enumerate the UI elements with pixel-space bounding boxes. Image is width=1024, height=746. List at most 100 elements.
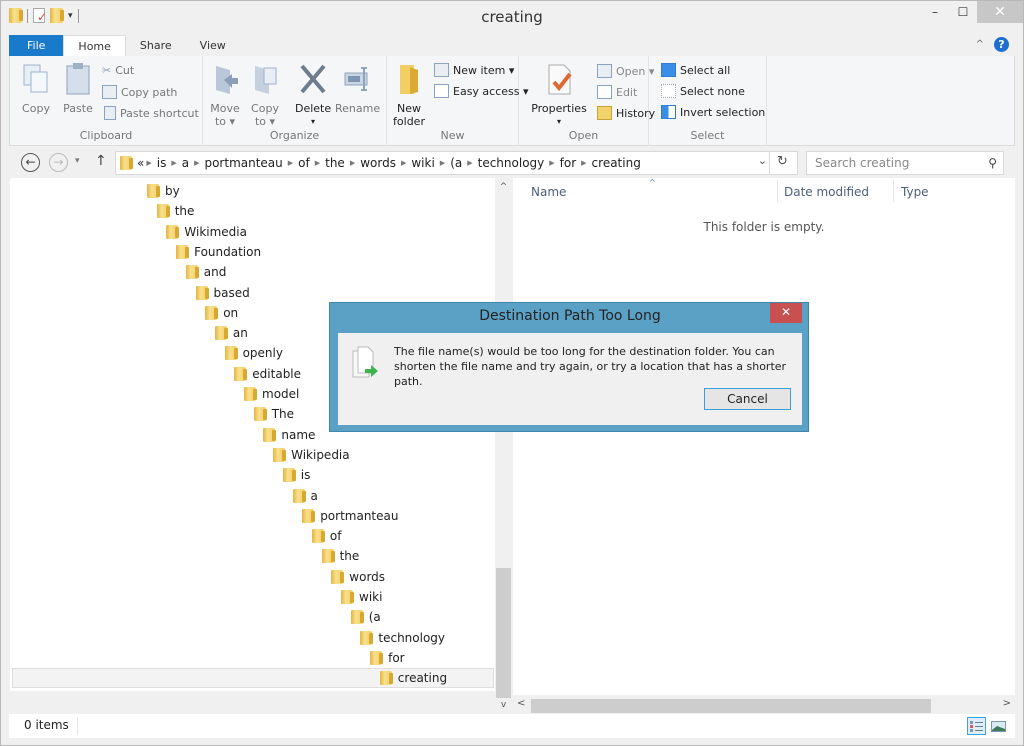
- scrollbar-thumb[interactable]: [531, 699, 931, 713]
- paste-shortcut-button[interactable]: Paste shortcut: [104, 106, 199, 120]
- tree-item[interactable]: words: [331, 567, 385, 587]
- folder-icon: [224, 346, 238, 361]
- dialog-close-button[interactable]: ✕: [770, 303, 802, 323]
- sort-ascending-indicator: ^: [649, 178, 656, 187]
- window-controls: – ☐ ✕: [921, 1, 1023, 23]
- properties-button[interactable]: Properties ▾: [531, 62, 587, 128]
- edit-button[interactable]: Edit: [597, 85, 637, 99]
- scrollbar-thumb[interactable]: [496, 568, 511, 698]
- window-title: creating: [481, 8, 543, 26]
- tree-item[interactable]: the: [156, 201, 194, 221]
- tree-item[interactable]: and: [185, 262, 226, 282]
- up-button[interactable]: ↑: [95, 153, 107, 169]
- tree-item[interactable]: The: [253, 404, 294, 424]
- tree-item[interactable]: name: [263, 425, 315, 445]
- history-button[interactable]: History: [597, 106, 655, 120]
- breadcrumb-item[interactable]: wiki: [406, 156, 439, 170]
- copy-button[interactable]: Copy: [18, 62, 54, 115]
- large-icons-view-button[interactable]: [989, 717, 1008, 735]
- breadcrumb-item[interactable]: technology: [473, 156, 550, 170]
- scroll-left-arrow[interactable]: <: [517, 698, 525, 709]
- breadcrumb-item[interactable]: portmanteau: [199, 156, 287, 170]
- tab-file[interactable]: File: [9, 35, 64, 57]
- breadcrumb-item[interactable]: is: [152, 156, 172, 170]
- column-divider[interactable]: [777, 180, 778, 202]
- tree-item[interactable]: (a: [350, 607, 381, 627]
- tree-item[interactable]: openly: [224, 343, 283, 363]
- tree-item[interactable]: on: [205, 303, 238, 323]
- scroll-down-arrow[interactable]: v: [495, 700, 512, 710]
- cut-button[interactable]: ✂ Cut: [102, 64, 134, 77]
- move-to-button[interactable]: Move to ▾: [209, 62, 241, 128]
- tree-item[interactable]: model: [244, 384, 299, 404]
- search-input[interactable]: Search creating ⚲: [806, 151, 1004, 175]
- tree-item[interactable]: Foundation: [176, 242, 261, 262]
- recent-locations-button[interactable]: ▾: [75, 156, 80, 166]
- tree-item[interactable]: is: [282, 465, 310, 485]
- rename-button[interactable]: Rename: [335, 62, 380, 115]
- file-list: ^ Name Date modified Type This folder is…: [513, 178, 1015, 695]
- refresh-button[interactable]: ↻: [769, 151, 795, 175]
- tree-vertical-scrollbar[interactable]: ^ v: [495, 178, 512, 714]
- tree-item[interactable]: portmanteau: [302, 506, 398, 526]
- breadcrumb-item[interactable]: of: [293, 156, 315, 170]
- delete-button[interactable]: Delete ▾: [295, 62, 331, 128]
- back-button[interactable]: ←: [21, 153, 40, 172]
- details-view-button[interactable]: [967, 717, 986, 735]
- breadcrumb-overflow[interactable]: «: [132, 156, 146, 170]
- tree-item[interactable]: editable: [234, 364, 301, 384]
- address-bar[interactable]: « ▶ is ▶ a ▶ portmanteau ▶ of ▶ the ▶ words ▶ wiki ▶ (a…: [115, 151, 798, 175]
- breadcrumb-item[interactable]: creating: [587, 156, 646, 170]
- column-header-name[interactable]: Name: [531, 185, 566, 199]
- open-icon: [597, 64, 612, 78]
- tree-item[interactable]: for: [370, 648, 405, 668]
- cancel-button[interactable]: Cancel: [704, 388, 791, 410]
- breadcrumb-item[interactable]: for: [555, 156, 582, 170]
- easy-access-button[interactable]: Easy access ▾: [434, 84, 529, 98]
- invert-selection-icon: [661, 105, 676, 119]
- select-none-button[interactable]: Select none: [661, 84, 745, 98]
- tree-item[interactable]: wiki: [341, 587, 382, 607]
- tree-item[interactable]: Wikipedia: [273, 445, 350, 465]
- paste-button[interactable]: Paste: [60, 62, 96, 115]
- open-button[interactable]: Open ▾: [597, 64, 654, 78]
- select-all-button[interactable]: Select all: [661, 63, 730, 77]
- tree-item[interactable]: the: [321, 546, 359, 566]
- breadcrumb-item[interactable]: words: [355, 156, 401, 170]
- breadcrumb-item[interactable]: a: [177, 156, 194, 170]
- copy-to-button[interactable]: Copy to ▾: [249, 62, 281, 128]
- copy-path-button[interactable]: Copy path: [102, 85, 177, 99]
- column-header-date-modified[interactable]: Date modified: [784, 185, 869, 199]
- breadcrumb-item[interactable]: the: [320, 156, 350, 170]
- tab-share[interactable]: Share: [126, 35, 186, 57]
- select-all-icon: [661, 63, 676, 77]
- new-item-button[interactable]: New item ▾: [434, 63, 514, 77]
- tab-view[interactable]: View: [186, 35, 240, 57]
- tree-item[interactable]: technology: [360, 628, 445, 648]
- column-divider[interactable]: [893, 180, 894, 202]
- tree-item[interactable]: based: [195, 283, 250, 303]
- tree-item[interactable]: a: [292, 486, 318, 506]
- list-horizontal-scrollbar[interactable]: < >: [513, 698, 1015, 714]
- help-icon[interactable]: ?: [994, 37, 1009, 52]
- invert-selection-button[interactable]: Invert selection: [661, 105, 765, 119]
- breadcrumb-item[interactable]: (a: [445, 156, 467, 170]
- tab-home[interactable]: Home: [63, 35, 126, 57]
- tree-item[interactable]: by: [147, 181, 180, 201]
- scroll-up-arrow[interactable]: ^: [495, 182, 512, 192]
- column-header-type[interactable]: Type: [901, 185, 929, 199]
- maximize-button[interactable]: ☐: [949, 1, 977, 23]
- minimize-button[interactable]: –: [921, 1, 949, 23]
- close-button[interactable]: ✕: [977, 1, 1023, 23]
- new-folder-button[interactable]: New folder: [391, 62, 427, 128]
- tree-item[interactable]: Wikimedia: [166, 222, 247, 242]
- scroll-right-arrow[interactable]: >: [1003, 698, 1011, 709]
- tree-item[interactable]: creating: [379, 668, 447, 688]
- tree-item-users[interactable]: Users: [50, 689, 102, 691]
- address-dropdown-button[interactable]: ⌄: [758, 154, 767, 167]
- tree-item[interactable]: an: [214, 323, 248, 343]
- tree-item[interactable]: of: [311, 526, 341, 546]
- folder-icon: [302, 508, 316, 523]
- minimize-ribbon-icon[interactable]: ^: [976, 39, 984, 50]
- forward-button[interactable]: →: [49, 153, 68, 172]
